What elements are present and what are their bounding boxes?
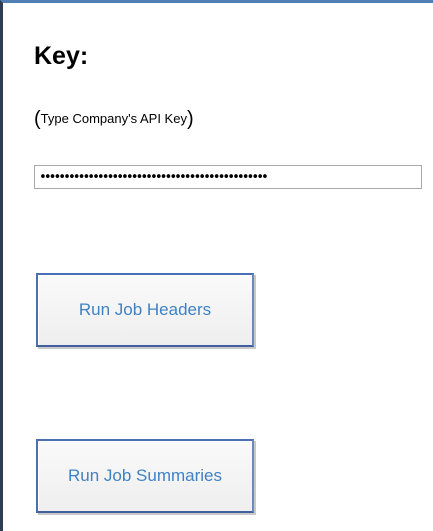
api-key-field[interactable] xyxy=(34,165,422,189)
run-job-summaries-button[interactable]: Run Job Summaries xyxy=(36,439,254,513)
run-job-headers-button[interactable]: Run Job Headers xyxy=(36,273,254,347)
api-key-hint: (Type Company's API Key) xyxy=(34,107,194,131)
hint-open-paren: ( xyxy=(34,108,41,130)
hint-close-paren: ) xyxy=(186,108,194,130)
form-panel: Key: (Type Company's API Key) Run Job He… xyxy=(0,0,433,531)
hint-text: Type Company's API Key xyxy=(40,111,187,126)
key-title: Key: xyxy=(34,42,89,70)
